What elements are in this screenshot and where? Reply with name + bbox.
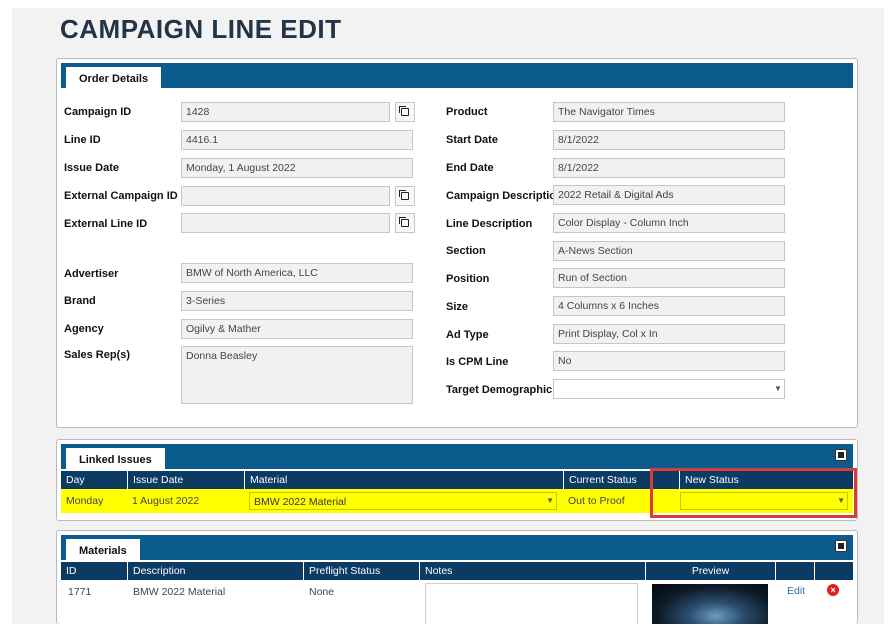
col-notes[interactable]: Notes [419, 562, 645, 580]
edit-link[interactable]: Edit [787, 585, 805, 597]
label-issue-date: Issue Date [64, 162, 120, 174]
label-campaign-description: Campaign Description [446, 190, 563, 202]
label-line-description: Line Description [446, 218, 533, 230]
copy-icon [399, 106, 409, 116]
material-select-value: BMW 2022 Material [254, 496, 347, 508]
chevron-down-icon[interactable]: ▼ [546, 496, 554, 505]
material-preflight-status: None [309, 586, 335, 598]
advertiser-field[interactable]: BMW of North America, LLC [181, 263, 413, 283]
section-field[interactable]: A-News Section [553, 241, 785, 261]
label-is-cpm-line: Is CPM Line [446, 356, 509, 368]
ad-type-field[interactable]: Print Display, Col x In [553, 324, 785, 344]
label-end-date: End Date [446, 162, 494, 174]
brand-field[interactable]: 3-Series [181, 291, 413, 311]
line-id-field[interactable]: 4416.1 [181, 130, 413, 150]
external-line-id-field[interactable] [181, 213, 390, 233]
label-product: Product [446, 106, 488, 118]
issue-date-field[interactable]: Monday, 1 August 2022 [181, 158, 413, 178]
copy-icon [399, 217, 409, 227]
material-select[interactable]: BMW 2022 Material ▼ [249, 492, 557, 510]
copy-campaign-id-button[interactable] [395, 102, 415, 122]
chevron-down-icon[interactable]: ▼ [771, 380, 785, 398]
col-material[interactable]: Material [244, 471, 563, 489]
preview-thumbnail[interactable] [652, 584, 768, 624]
campaign-description-field[interactable]: 2022 Retail & Digital Ads [553, 185, 785, 205]
start-date-field[interactable]: 8/1/2022 [553, 130, 785, 150]
label-size: Size [446, 301, 469, 313]
label-brand: Brand [64, 295, 96, 307]
col-id[interactable]: ID [61, 562, 127, 580]
agency-field[interactable]: Ogilvy & Mather [181, 319, 413, 339]
col-preflight-status[interactable]: Preflight Status [303, 562, 419, 580]
materials-header: Materials [61, 535, 853, 561]
page-title: CAMPAIGN LINE EDIT [60, 14, 342, 44]
col-day[interactable]: Day [61, 471, 127, 489]
product-field[interactable]: The Navigator Times [553, 102, 785, 122]
campaign-id-field[interactable]: 1428 [181, 102, 390, 122]
label-advertiser: Advertiser [64, 268, 119, 280]
materials-grid-header: ID Description Preflight Status Notes Pr… [61, 562, 853, 580]
row-issue-date: 1 August 2022 [132, 495, 200, 507]
label-section: Section [446, 245, 486, 257]
line-description-field[interactable]: Color Display - Column Inch [553, 213, 785, 233]
material-id: 1771 [68, 586, 92, 598]
tab-materials[interactable]: Materials [66, 539, 140, 561]
col-description[interactable]: Description [127, 562, 303, 580]
label-target-demographic: Target Demographic [446, 384, 553, 396]
label-line-id: Line ID [64, 134, 101, 146]
label-start-date: Start Date [446, 134, 498, 146]
col-issue-date[interactable]: Issue Date [127, 471, 244, 489]
label-external-line-id: External Line ID [64, 218, 148, 230]
end-date-field[interactable]: 8/1/2022 [553, 158, 785, 178]
copy-icon [399, 190, 409, 200]
material-description: BMW 2022 Material [133, 586, 226, 598]
label-external-campaign-id: External Campaign ID [64, 190, 178, 202]
delete-icon[interactable]: × [827, 584, 839, 596]
linked-issues-header: Linked Issues [61, 444, 853, 470]
is-cpm-line-field[interactable]: No [553, 351, 785, 371]
size-field[interactable]: 4 Columns x 6 Inches [553, 296, 785, 316]
col-current-status[interactable]: Current Status [563, 471, 650, 489]
label-position: Position [446, 273, 490, 285]
col-delete [814, 562, 853, 580]
target-demographic-select[interactable] [553, 379, 785, 399]
tab-order-details[interactable]: Order Details [66, 67, 162, 89]
copy-external-campaign-id-button[interactable] [395, 186, 415, 206]
row-current-status: Out to Proof [568, 495, 625, 507]
col-preview[interactable]: Preview [645, 562, 775, 580]
label-campaign-id: Campaign ID [64, 106, 132, 118]
collapse-icon[interactable] [835, 449, 847, 461]
position-field[interactable]: Run of Section [553, 268, 785, 288]
collapse-icon[interactable] [835, 540, 847, 552]
order-details-header: Order Details [61, 63, 853, 89]
label-ad-type: Ad Type [446, 329, 489, 341]
tab-linked-issues[interactable]: Linked Issues [66, 448, 165, 470]
label-sales-reps: Sales Rep(s) [64, 349, 131, 361]
row-day: Monday [66, 495, 104, 507]
sales-reps-field[interactable]: Donna Beasley [181, 346, 413, 404]
callout-highlight-box [650, 468, 857, 518]
copy-external-line-id-button[interactable] [395, 213, 415, 233]
external-campaign-id-field[interactable] [181, 186, 390, 206]
notes-textarea[interactable] [425, 583, 638, 624]
label-agency: Agency [64, 323, 104, 335]
col-edit [775, 562, 814, 580]
